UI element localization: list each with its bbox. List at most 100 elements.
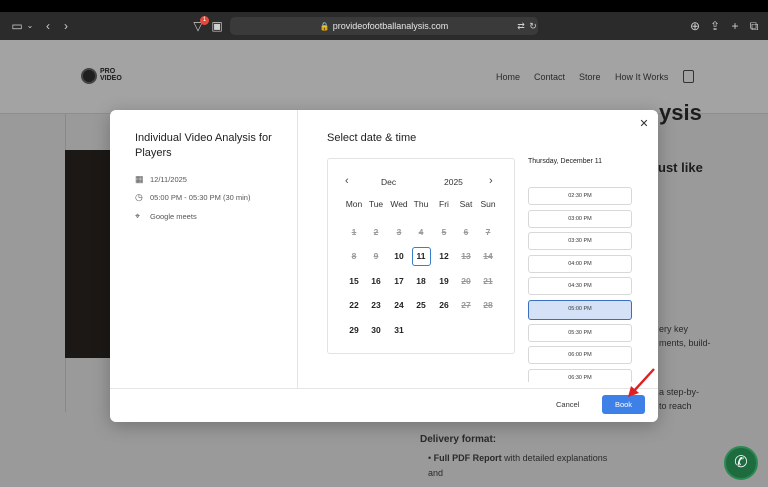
calendar-month[interactable]: Dec (381, 177, 396, 187)
calendar-day: 28 (483, 300, 493, 310)
calendar-day: 7 (485, 227, 491, 237)
calendar-day[interactable]: 16 (367, 272, 386, 291)
calendar-day-selected[interactable]: 11 (411, 247, 431, 266)
delivery-heading: Delivery format: (420, 434, 497, 445)
calendar-day[interactable]: 15 (345, 272, 364, 291)
forward-icon[interactable]: › (60, 18, 72, 34)
service-title: Individual Video Analysis for Players (135, 132, 272, 159)
calendar-day[interactable]: 24 (390, 296, 409, 315)
weekday-header: Mon (345, 199, 363, 209)
time-slot-selected[interactable]: 05:00 PM (528, 299, 632, 320)
calendar-day: 1 (351, 227, 357, 237)
location-pin-icon: ⌖ (135, 211, 141, 221)
player-photo (65, 150, 111, 358)
time-text: 05:00 PM - 05:30 PM (30 min) (150, 193, 251, 202)
calendar-day[interactable]: 10 (390, 247, 409, 266)
calendar-day: 14 (483, 251, 493, 261)
translate-icon[interactable]: ⇄ (516, 18, 526, 34)
calendar-day: 13 (461, 251, 471, 261)
download-icon[interactable]: ⊕ (689, 18, 701, 34)
url-text: provideofootballanalysis.com (332, 21, 449, 31)
next-month-icon[interactable]: › (489, 175, 493, 187)
close-icon[interactable]: ✕ (638, 118, 650, 130)
calendar-day: 4 (418, 227, 424, 237)
calendar-icon: ▦ (135, 174, 144, 184)
calendar-day: 27 (461, 300, 471, 310)
bg-text-4: to reach (659, 401, 692, 411)
calendar-day[interactable]: 25 (412, 296, 431, 315)
weekday-header: Thu (413, 199, 429, 209)
time-slot[interactable]: 03:30 PM (528, 232, 632, 250)
select-datetime-title: Select date & time (327, 132, 417, 144)
calendar-day: 8 (351, 251, 357, 261)
calendar-day[interactable]: 12 (435, 247, 454, 266)
reload-icon[interactable]: ↻ (528, 18, 538, 34)
calendar-day[interactable]: 30 (367, 321, 386, 340)
cancel-button[interactable]: Cancel (556, 400, 579, 409)
nav-contact[interactable]: Contact (534, 72, 565, 82)
chevron-down-icon[interactable]: ⌄ (26, 18, 34, 34)
selected-date-label: Thursday, December 11 (528, 158, 603, 165)
calendar: ‹ Dec 2025 › Mon Tue Wed Thu Fri Sat Sun 12345… (327, 158, 515, 354)
calendar-day[interactable]: 19 (435, 272, 454, 291)
booking-modal: Individual Video Analysis for Players ▦ 1… (110, 110, 658, 422)
tab-overview-icon[interactable]: ⧉ (748, 18, 760, 34)
share-icon[interactable]: ⇪ (709, 18, 721, 34)
delivery-bullet: • Full PDF Report with detailed explanat… (428, 453, 608, 463)
logo-text: PRO VIDEO (100, 68, 122, 82)
time-slot[interactable]: 03:00 PM (528, 209, 632, 228)
whatsapp-icon[interactable]: ✆ (724, 446, 758, 480)
time-slot-list[interactable]: 02:30 PM 03:00 PM 03:30 PM 04:00 PM 04:30 PM… (528, 187, 634, 382)
nav-home[interactable]: Home (496, 72, 520, 82)
calendar-day: 3 (396, 227, 402, 237)
time-slot[interactable]: 06:30 PM (528, 368, 632, 382)
calendar-day[interactable]: 26 (435, 296, 454, 315)
and-text: and (428, 468, 444, 478)
lock-icon: 🔒 (319, 22, 330, 31)
calendar-day[interactable]: 29 (345, 321, 364, 340)
service-info-pane: Individual Video Analysis for Players ▦ 1… (110, 110, 298, 388)
bg-text-2: ments, build- (659, 338, 711, 348)
time-slot[interactable]: 04:00 PM (528, 254, 632, 273)
calendar-day: 5 (441, 227, 447, 237)
time-slot[interactable]: 04:30 PM (528, 277, 632, 295)
weekday-header: Tue (368, 199, 384, 209)
address-bar[interactable]: 🔒 provideofootballanalysis.com (230, 17, 538, 35)
top-bar (0, 0, 768, 12)
time-slot[interactable]: 06:00 PM (528, 346, 632, 364)
calendar-day[interactable]: 23 (367, 296, 386, 315)
weekday-header: Fri (439, 199, 449, 209)
time-slot[interactable]: 02:30 PM (528, 187, 632, 205)
calendar-day: 6 (463, 227, 469, 237)
calendar-day[interactable]: 17 (390, 272, 409, 291)
sidebar-icon[interactable]: ▭ (10, 18, 24, 34)
date-row: ▦ 12/11/2025 (135, 173, 187, 185)
calendar-day: 2 (373, 227, 379, 237)
bullet-bold: Full PDF Report (433, 453, 502, 463)
cart-icon[interactable] (683, 70, 694, 83)
bullet-rest: with detailed explanations (504, 453, 608, 463)
time-row: ◷ 05:00 PM - 05:30 PM (30 min) (135, 191, 250, 203)
back-icon[interactable]: ‹ (42, 18, 54, 34)
browser-toolbar: ▭ ⌄ ‹ › ▽ 1 ▣ 🔒 provideofootballanalysis.… (0, 12, 768, 40)
calendar-day[interactable]: 22 (345, 296, 364, 315)
weekday-header: Sun (480, 199, 496, 209)
calendar-day: 20 (461, 276, 471, 286)
new-tab-icon[interactable]: + (729, 18, 741, 34)
site-logo[interactable]: PRO VIDEO (81, 68, 129, 85)
calendar-day: 21 (483, 276, 493, 286)
nav-store[interactable]: Store (579, 72, 601, 82)
time-slot[interactable]: 05:30 PM (528, 323, 632, 342)
prev-month-icon[interactable]: ‹ (345, 175, 349, 187)
bg-text-3: a step-by- (659, 387, 700, 397)
calendar-day[interactable]: 31 (390, 321, 409, 340)
calendar-year[interactable]: 2025 (444, 177, 463, 187)
weekday-header: Sat (459, 199, 473, 209)
calendar-day[interactable]: 18 (412, 272, 431, 291)
bg-heading-1: ysis (659, 100, 702, 125)
notion-icon[interactable]: ▣ (211, 18, 223, 34)
bg-text-1: ery key (659, 324, 689, 334)
location-text: Google meets (150, 212, 197, 221)
location-row: ⌖ Google meets (135, 210, 197, 222)
nav-how-it-works[interactable]: How It Works (615, 72, 668, 82)
